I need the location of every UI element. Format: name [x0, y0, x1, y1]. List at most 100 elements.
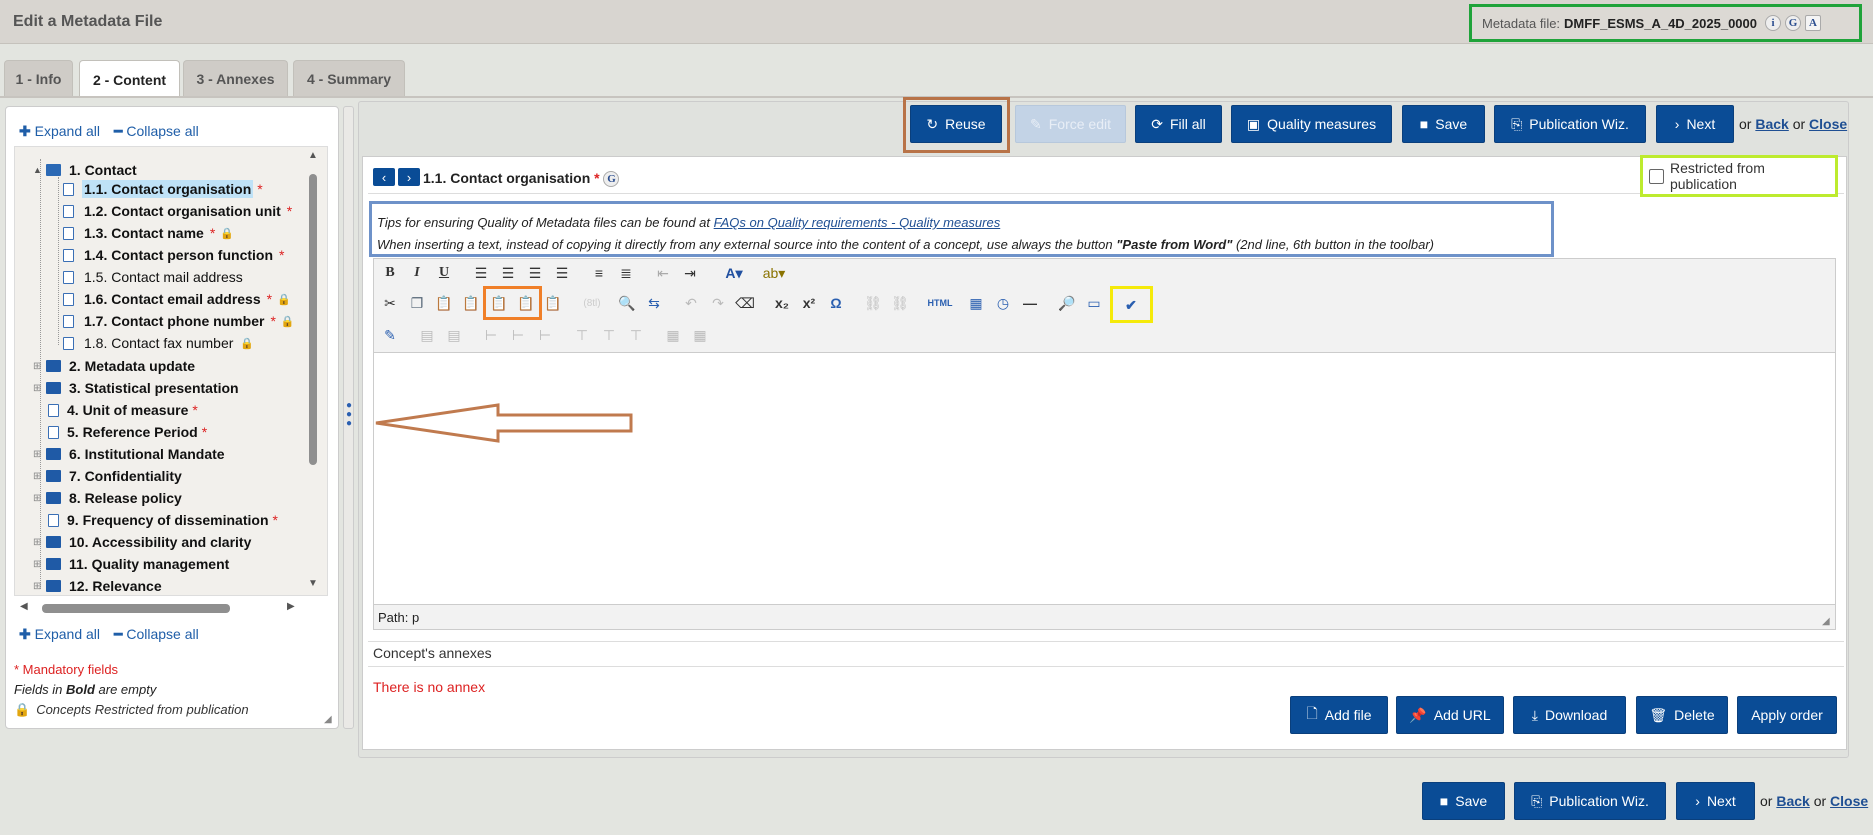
rich-text-editor[interactable]	[373, 352, 1836, 606]
tab-info[interactable]: 1 - Info	[4, 60, 73, 96]
align-center-icon[interactable]: ☰	[497, 262, 519, 284]
bold-icon[interactable]: B	[379, 262, 401, 284]
tree-node-contact[interactable]: ▲ 1. Contact	[33, 162, 137, 178]
tree-node-section[interactable]: 4. Unit of measure *	[33, 402, 198, 418]
subscript-icon[interactable]: x₂	[771, 292, 793, 314]
paste-from-word-icon[interactable]: 📋	[515, 292, 537, 314]
scroll-up-icon[interactable]: ▲	[308, 150, 318, 161]
google-translate-icon[interactable]: G	[603, 171, 620, 188]
unlink-icon[interactable]: ⛓	[889, 292, 911, 314]
footer-publication-wizard-button[interactable]: ⎘ Publication Wiz.	[1514, 782, 1666, 820]
expander-icon[interactable]: ⊞	[33, 537, 46, 548]
align-right-icon[interactable]: ☰	[524, 262, 546, 284]
add-url-button[interactable]: 📌 Add URL	[1396, 696, 1504, 734]
splitter-grip-icon[interactable]: ● ● ●	[346, 401, 352, 429]
footer-save-button[interactable]: ■ Save	[1422, 782, 1505, 820]
footer-back-link[interactable]: Back	[1776, 793, 1809, 809]
faq-quality-link[interactable]: FAQs on Quality requirements - Quality m…	[714, 215, 1001, 230]
edit-form-icon[interactable]: ✎	[379, 324, 401, 346]
tree-node-section[interactable]: 9. Frequency of dissemination *	[33, 512, 278, 528]
special-character-icon[interactable]: Ω	[825, 292, 847, 314]
collapse-all-button[interactable]: ━ Collapse all	[114, 123, 199, 140]
expander-icon[interactable]: ⊞	[33, 383, 46, 394]
expander-icon[interactable]: ⊞	[33, 493, 46, 504]
reuse-button[interactable]: ↻ Reuse	[910, 105, 1002, 143]
previous-concept-button[interactable]: ‹	[373, 168, 395, 186]
expand-all-button[interactable]: ✚ Expand all	[19, 626, 100, 643]
tree-node-concept[interactable]: 1.3. Contact name * 🔒	[63, 224, 234, 242]
tree-node-section[interactable]: ⊞ 11. Quality management	[33, 556, 229, 572]
scroll-right-icon[interactable]: ▶	[287, 601, 295, 612]
tree-node-concept[interactable]: 1.7. Contact phone number * 🔒	[63, 312, 295, 330]
fill-all-button[interactable]: ⟳ Fill all	[1135, 105, 1222, 143]
restricted-checkbox[interactable]	[1649, 168, 1664, 184]
collapse-all-button[interactable]: ━ Collapse all	[114, 626, 199, 643]
preview-icon[interactable]: 🔎	[1056, 292, 1078, 314]
underline-icon[interactable]: U	[433, 262, 455, 284]
tree-node-section[interactable]: ⊞ 3. Statistical presentation	[33, 380, 239, 396]
find-icon[interactable]: 🔍	[616, 292, 638, 314]
tab-summary[interactable]: 4 - Summary	[293, 60, 405, 96]
align-justify-icon[interactable]: ☰	[551, 262, 573, 284]
expand-all-button[interactable]: ✚ Expand all	[19, 123, 100, 140]
bulleted-list-icon[interactable]: ≡	[588, 262, 610, 284]
indent-icon[interactable]: ⇥	[679, 262, 701, 284]
delete-button[interactable]: 🗑 Delete	[1636, 696, 1728, 734]
footer-next-button[interactable]: › Next	[1676, 782, 1755, 820]
calendar-icon[interactable]: ▦	[965, 292, 987, 314]
panel-splitter[interactable]: ● ● ●	[343, 106, 354, 729]
info-icon[interactable]: i	[1764, 15, 1781, 31]
tree-node-section[interactable]: ⊞ 2. Metadata update	[33, 358, 195, 374]
tree-node-concept[interactable]: 1.1. Contact organisation *	[63, 180, 263, 198]
expander-icon[interactable]: ⊞	[33, 471, 46, 482]
apply-order-button[interactable]: Apply order	[1737, 696, 1837, 734]
google-translate-icon[interactable]: G	[1784, 15, 1801, 31]
next-concept-button[interactable]: ›	[398, 168, 420, 186]
undo-icon[interactable]: ↶	[680, 292, 702, 314]
italic-icon[interactable]: I	[406, 262, 428, 284]
download-button[interactable]: ⤓ Download	[1513, 696, 1626, 734]
background-color-icon[interactable]: ab▾	[756, 262, 792, 284]
footer-close-link[interactable]: Close	[1830, 793, 1868, 809]
tree-node-concept[interactable]: 1.2. Contact organisation unit *	[63, 202, 292, 220]
cut-icon[interactable]: ✂	[379, 292, 401, 314]
next-button[interactable]: › Next	[1656, 105, 1734, 143]
resize-grip-icon[interactable]: ◢	[324, 714, 332, 725]
tree-node-section[interactable]: ⊞ 6. Institutional Mandate	[33, 446, 225, 462]
scroll-left-icon[interactable]: ◀	[20, 601, 28, 612]
tree-node-section[interactable]: ⊞ 7. Confidentiality	[33, 468, 182, 484]
tree-vertical-scrollbar[interactable]: ▲ ▼	[306, 150, 320, 590]
tree-horizontal-scrollbar[interactable]: ◀ ▶	[14, 600, 328, 616]
horizontal-rule-icon[interactable]: —	[1019, 292, 1041, 314]
close-link[interactable]: Close	[1809, 116, 1847, 132]
replace-icon[interactable]: ⇆	[643, 292, 665, 314]
restricted-from-publication[interactable]: Restricted from publication	[1640, 155, 1838, 197]
tree-node-section[interactable]: ⊞ 8. Release policy	[33, 490, 182, 506]
expander-icon[interactable]: ⊞	[33, 361, 46, 372]
paste-icon[interactable]: 📋	[433, 292, 455, 314]
tab-annexes[interactable]: 3 - Annexes	[183, 60, 288, 96]
expander-icon[interactable]: ⊞	[33, 559, 46, 570]
accessibility-icon[interactable]: A	[1804, 15, 1821, 31]
scrollbar-thumb[interactable]	[42, 604, 230, 613]
eraser-icon[interactable]: ⌫	[734, 292, 756, 314]
clock-icon[interactable]: ◷	[992, 292, 1014, 314]
expander-icon[interactable]: ⊞	[33, 449, 46, 460]
paste-text-icon[interactable]: 📋	[460, 292, 482, 314]
align-left-icon[interactable]: ☰	[470, 262, 492, 284]
tree-node-concept[interactable]: 1.4. Contact person function *	[63, 246, 284, 264]
copy-icon[interactable]: ❐	[406, 292, 428, 314]
resize-grip-icon[interactable]: ◢	[1822, 616, 1830, 627]
quality-measures-button[interactable]: ▣ Quality measures	[1231, 105, 1392, 143]
scrollbar-thumb[interactable]	[309, 174, 317, 465]
paste-special-icon[interactable]: 📋	[542, 292, 564, 314]
tree-node-concept[interactable]: 1.6. Contact email address * 🔒	[63, 290, 291, 308]
spellcheck-icon[interactable]: ✔	[1120, 294, 1142, 316]
maximize-icon[interactable]: ▭	[1083, 292, 1105, 314]
link-icon[interactable]: ⛓	[862, 292, 884, 314]
tree-node-concept[interactable]: 1.8. Contact fax number 🔒	[63, 334, 254, 352]
expander-icon[interactable]: ▲	[33, 165, 43, 175]
tree-node-concept[interactable]: 1.5. Contact mail address	[63, 268, 245, 286]
scroll-down-icon[interactable]: ▼	[308, 578, 318, 589]
tree-node-section[interactable]: ⊞ 10. Accessibility and clarity	[33, 534, 251, 550]
